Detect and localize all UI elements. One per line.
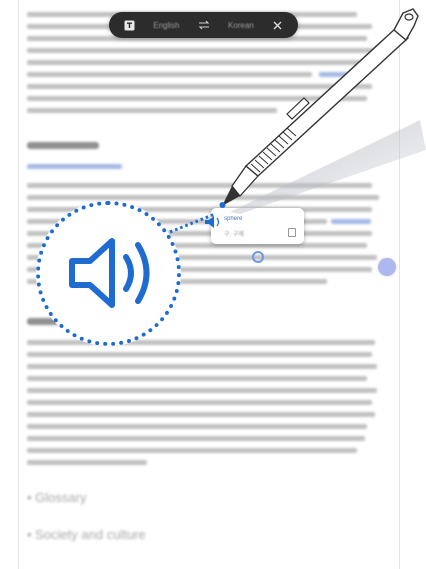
close-icon[interactable]	[272, 19, 284, 31]
text-line	[27, 412, 375, 417]
text-line	[27, 183, 372, 188]
translate-icon[interactable]	[123, 19, 135, 31]
source-language[interactable]: English	[153, 21, 179, 30]
text-link[interactable]	[319, 72, 359, 77]
glossary-link[interactable]: • Glossary	[27, 490, 86, 505]
text-line	[27, 84, 372, 89]
translation-popup: sphere 구, 구체	[211, 208, 304, 244]
scroll-handle[interactable]	[378, 258, 396, 276]
speaker-icon[interactable]	[40, 205, 177, 342]
popup-word: sphere	[224, 216, 243, 222]
text-line	[27, 96, 367, 101]
text-line	[27, 48, 377, 53]
text-line	[27, 364, 377, 369]
text-line	[27, 460, 147, 465]
text-line	[27, 388, 377, 393]
text-line	[27, 436, 365, 441]
society-culture-link[interactable]: • Society and culture	[27, 527, 146, 542]
text-link[interactable]	[331, 219, 371, 224]
main-article-link[interactable]	[27, 164, 122, 169]
text-line	[27, 108, 277, 113]
text-line	[27, 352, 372, 357]
text-line	[27, 60, 365, 65]
swap-languages-icon[interactable]	[198, 19, 210, 31]
text-line	[27, 195, 379, 200]
text-line	[27, 424, 367, 429]
magnifier-circle	[36, 201, 181, 346]
text-line	[27, 72, 312, 77]
section-heading	[27, 142, 99, 149]
translate-toolbar: English Korean	[109, 12, 298, 38]
text-line	[27, 376, 367, 381]
popup-translation: 구, 구체	[224, 232, 244, 238]
text-line	[27, 400, 372, 405]
target-language[interactable]: Korean	[228, 21, 254, 30]
text-line	[27, 448, 357, 453]
copy-icon[interactable]	[288, 228, 296, 237]
